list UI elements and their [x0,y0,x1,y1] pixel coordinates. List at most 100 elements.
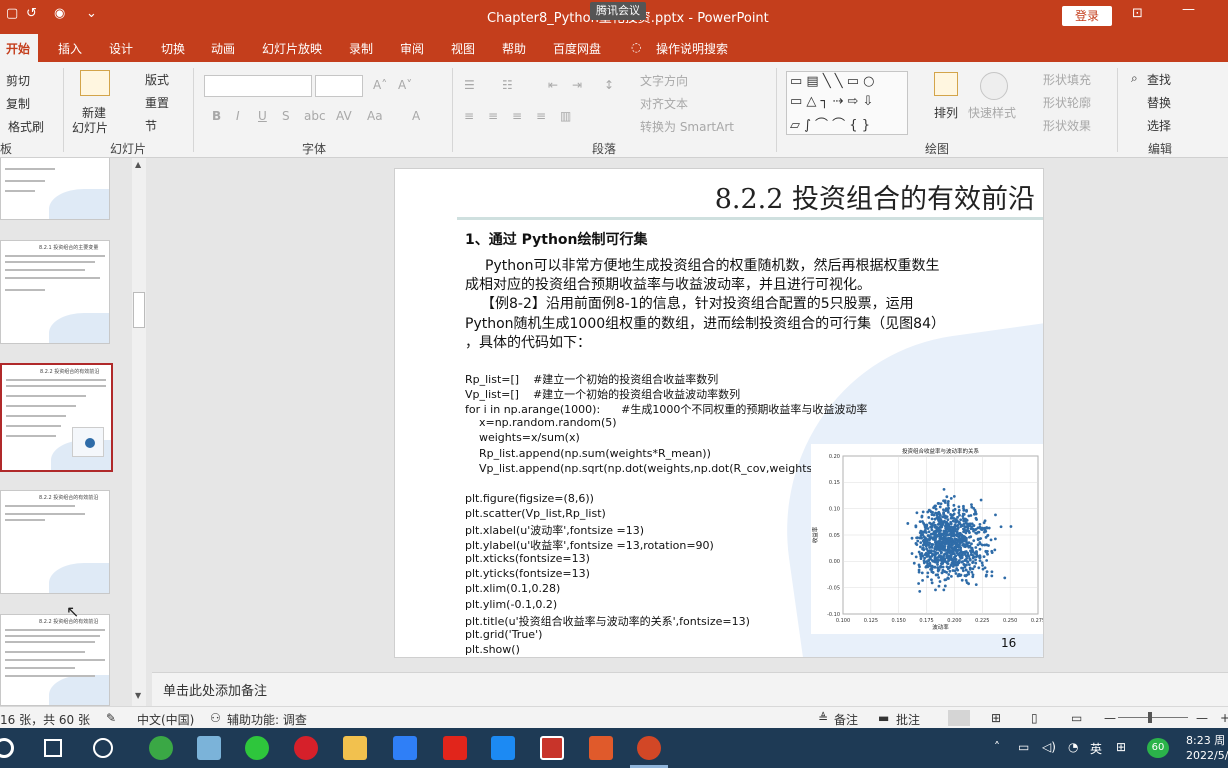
font-size-box[interactable] [315,75,363,97]
customize-qat-icon[interactable]: ⌄ [86,6,97,21]
bullets-icon[interactable]: ☰ [464,78,475,92]
tab-slideshow[interactable]: 幻灯片放映 [262,40,322,57]
network-icon[interactable]: ◔ [1068,740,1078,754]
line-spacing-icon[interactable]: ↕ [604,78,614,92]
text-direction-button[interactable]: 文字方向 [640,72,688,89]
zoom-slider[interactable] [1118,717,1188,718]
login-button[interactable]: 登录 [1062,6,1112,26]
zoom-out-icon[interactable]: — [1104,711,1116,725]
reset-button[interactable]: 重置 [145,94,169,111]
slide[interactable]: 8.2.2 投资组合的有效前沿 1、通过 Python绘制可行集 Python可… [394,168,1044,658]
justify-icon[interactable]: ≡ [536,109,546,123]
zoom-in-icon[interactable]: — [1196,711,1208,725]
spellcheck-icon[interactable]: ✎ [106,711,116,725]
align-center-icon[interactable]: ≡ [488,109,498,123]
replace-button[interactable]: 替换 [1147,94,1171,111]
convert-smartart-button[interactable]: 转换为 SmartArt [640,118,734,135]
char-spacing-icon[interactable]: AV [336,109,352,123]
shrink-font-icon[interactable]: A˅ [398,78,412,92]
start-icon[interactable] [0,738,14,758]
slideshow-icon[interactable]: ▭ [1071,711,1082,725]
columns-icon[interactable]: ▥ [560,109,571,123]
bold-icon[interactable]: B [212,109,221,123]
minimize-icon[interactable]: — [1182,2,1195,17]
increase-indent-icon[interactable]: ⇥ [572,78,582,92]
thumbnail-scrollbar[interactable]: ▲ ▼ [132,158,146,706]
copy-button[interactable]: 复制 [6,95,30,112]
slide-thumbnail[interactable]: 8.2.1 投资组合的主要变量 [0,240,110,344]
layout-button[interactable]: 版式 [145,71,169,88]
slide-thumbnail-selected[interactable]: 8.2.2 投资组合的有效前沿 [0,363,113,472]
shape-fill-button[interactable]: 形状填充 [1043,71,1091,88]
ribbon-display-icon[interactable]: ⊡ [1132,6,1143,21]
reading-view-icon[interactable]: ▯ [1031,711,1038,725]
clock[interactable]: 8:23 周 2022/5/ [1186,733,1228,763]
slide-thumbnail[interactable]: 8.2.2 投资组合的有效前沿 [0,490,110,594]
tray-expand-icon[interactable]: ˄ [994,740,1000,754]
wechat-icon[interactable] [245,736,269,760]
strikethrough-icon[interactable]: abc [304,109,326,123]
undo-icon[interactable]: ↺ [26,6,37,21]
slide-thumbnail[interactable] [0,158,110,220]
presentation-icon[interactable] [589,736,613,760]
select-button[interactable]: 选择 [1147,117,1171,134]
change-case-icon[interactable]: Aa [367,109,383,123]
quick-styles-button[interactable]: 快速样式 [968,104,1016,121]
notepad-icon[interactable] [197,736,221,760]
browser-icon[interactable] [149,736,173,760]
tab-record[interactable]: 录制 [349,40,373,57]
tab-insert[interactable]: 插入 [58,40,82,57]
cut-button[interactable]: 剪切 [6,72,30,89]
battery-icon[interactable]: ▭ [1018,740,1029,754]
font-name-box[interactable] [204,75,312,97]
battery-level-badge[interactable]: 60 [1147,738,1169,758]
save-icon[interactable]: ▢ [6,6,18,21]
present-icon[interactable]: ◉ [54,6,65,21]
tab-tell-me[interactable]: 操作说明搜索 [656,40,728,57]
notes-button[interactable]: 备注 [834,711,858,728]
normal-view-icon[interactable] [948,710,970,726]
underline-icon[interactable]: U [258,109,267,123]
find-button[interactable]: 查找 [1147,71,1171,88]
shape-outline-button[interactable]: 形状轮廓 [1043,94,1091,111]
tab-home[interactable]: 开始 [0,34,39,62]
language-status[interactable]: 中文(中国) [137,711,194,728]
comments-button[interactable]: 批注 [896,711,920,728]
search-taskbar-icon[interactable] [93,738,113,758]
decrease-indent-icon[interactable]: ⇤ [548,78,558,92]
powerpoint-icon[interactable] [637,736,661,760]
scrollbar-thumb[interactable] [133,292,145,328]
tab-view[interactable]: 视图 [451,40,475,57]
zoom-in-plus-icon[interactable]: + [1220,711,1228,725]
scroll-up-icon[interactable]: ▲ [135,160,141,169]
numbering-icon[interactable]: ☷ [502,78,513,92]
ime-indicator[interactable]: 英 [1090,740,1102,757]
shapes-gallery[interactable]: ▭ ▤ ╲ ╲ ▭ ○ ▭ △ ┐ ⇢ ⇨ ⇩ ▱ ∫ ⌒ ⌒ { } [786,71,908,135]
tab-review[interactable]: 审阅 [400,40,424,57]
arrange-button[interactable]: 排列 [934,104,958,121]
task-view-icon[interactable] [44,739,62,757]
tab-baidu-netdisk[interactable]: 百度网盘 [553,40,601,57]
section-button[interactable]: 节 [145,117,157,134]
zoom-slider-thumb[interactable] [1148,712,1152,723]
new-slide-button-line2[interactable]: 幻灯片 [72,119,108,136]
tab-help[interactable]: 帮助 [502,40,526,57]
italic-icon[interactable]: I [236,109,240,123]
format-painter-button[interactable]: 格式刷 [8,118,44,135]
shape-effects-button[interactable]: 形状效果 [1043,117,1091,134]
align-text-button[interactable]: 对齐文本 [640,95,688,112]
grow-font-icon[interactable]: A˄ [373,78,387,92]
volume-icon[interactable]: ◁) [1042,740,1056,754]
tab-transitions[interactable]: 切换 [161,40,185,57]
huawei-icon[interactable] [443,736,467,760]
file-explorer-icon[interactable] [343,736,367,760]
meeting-badge[interactable]: 腾讯会议 [590,2,646,20]
app-icon[interactable] [294,736,318,760]
scroll-down-icon[interactable]: ▼ [135,691,141,700]
notes-pane[interactable]: 单击此处添加备注 [152,672,1228,706]
ime-grid-icon[interactable]: ⊞ [1116,740,1126,754]
slide-sorter-icon[interactable]: ⊞ [991,711,1001,725]
slide-thumbnail[interactable]: 8.2.2 投资组合的有效前沿 [0,614,110,706]
notes-placeholder[interactable]: 单击此处添加备注 [163,680,267,699]
align-right-icon[interactable]: ≡ [512,109,522,123]
